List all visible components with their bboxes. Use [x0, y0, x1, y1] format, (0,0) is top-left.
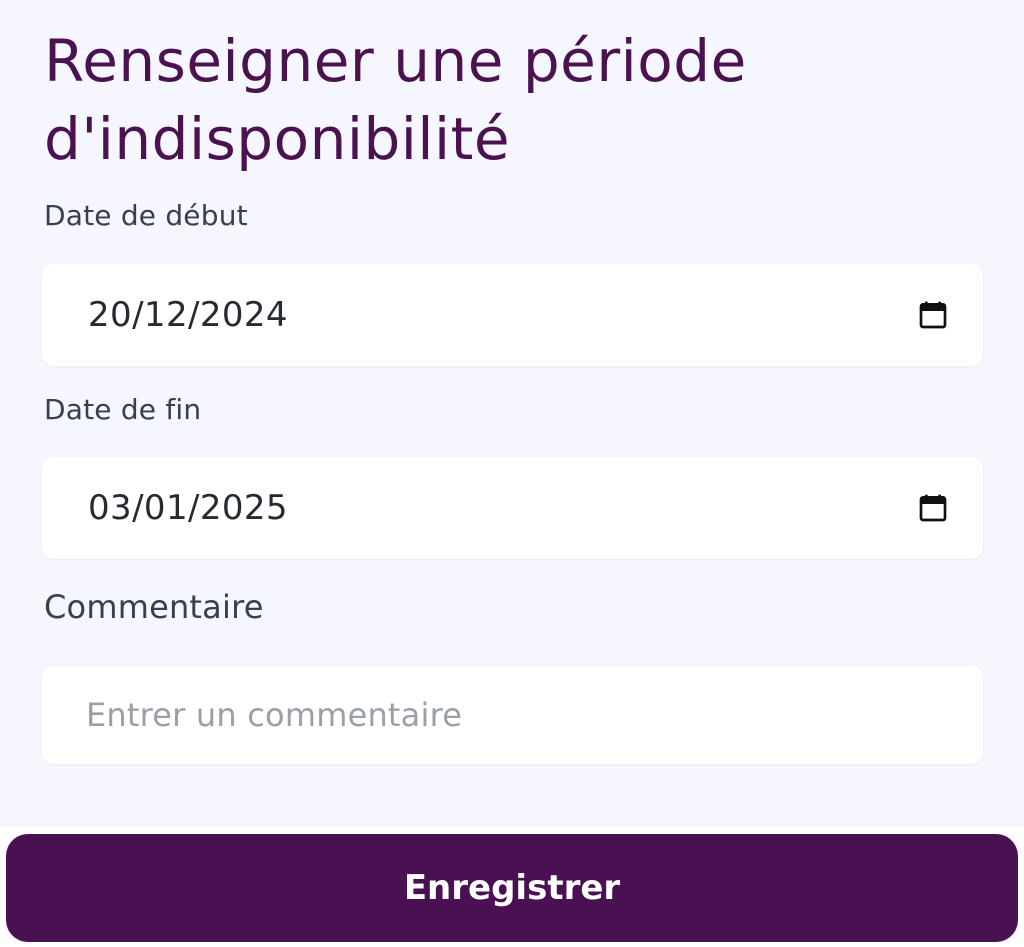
start-date-label: Date de début	[44, 199, 248, 232]
calendar-icon[interactable]	[917, 299, 949, 331]
start-date-field[interactable]: 20/12/2024	[42, 264, 983, 366]
end-date-value[interactable]: 03/01/2025	[88, 488, 288, 528]
calendar-icon[interactable]	[917, 492, 949, 524]
comment-label: Commentaire	[44, 588, 264, 626]
comment-placeholder[interactable]: Entrer un commentaire	[86, 696, 462, 734]
end-date-label: Date de fin	[44, 393, 202, 426]
comment-field[interactable]: Entrer un commentaire	[42, 666, 983, 764]
start-date-value[interactable]: 20/12/2024	[88, 295, 288, 335]
page-title: Renseigner une période d'indisponibilité	[44, 27, 747, 173]
end-date-field[interactable]: 03/01/2025	[42, 457, 983, 559]
save-button[interactable]: Enregistrer	[6, 834, 1018, 942]
